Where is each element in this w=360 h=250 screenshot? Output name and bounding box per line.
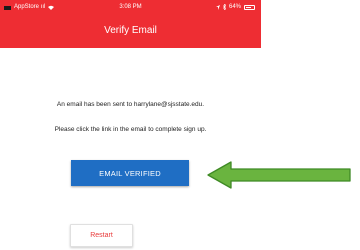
status-right: 64% [215,0,255,14]
battery-icon [244,4,255,10]
restart-button[interactable]: Restart [70,224,133,247]
app-header: AppStore ııl 3:08 PM 64% Verify Email [0,0,261,48]
battery-percent: 64% [228,4,241,10]
phone-screen: AppStore ııl 3:08 PM 64% Verify Email An… [0,0,261,250]
page-title: Verify Email [104,25,157,36]
green-arrow-icon [207,161,351,189]
location-icon [215,4,220,10]
email-verified-button[interactable]: EMAIL VERIFIED [71,160,189,186]
instruction-message: Please click the link in the email to co… [54,126,207,133]
bluetooth-icon [222,4,226,10]
email-sent-message: An email has been sent to harrylane@sjss… [56,101,205,108]
status-bar: AppStore ııl 3:08 PM 64% [0,0,261,14]
